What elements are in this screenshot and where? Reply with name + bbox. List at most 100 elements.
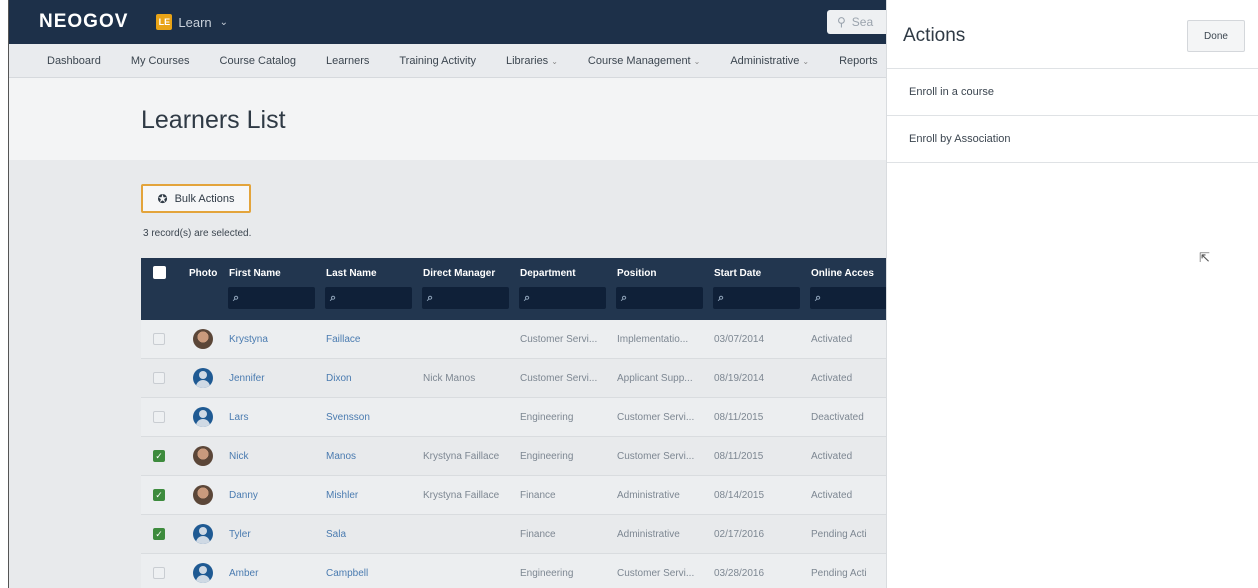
logo: NEOGOV	[39, 11, 129, 32]
first-cell[interactable]: Amber	[223, 568, 320, 579]
last-cell[interactable]: Svensson	[320, 412, 417, 423]
column-filter-input[interactable]: ⌕	[325, 287, 412, 309]
first-cell[interactable]: Krystyna	[223, 334, 320, 345]
nav-item-label: Training Activity	[399, 54, 476, 67]
row-checkbox[interactable]	[153, 333, 165, 345]
nav-item-dashboard[interactable]: Dashboard	[47, 55, 101, 67]
learners-table: Photo First Name ⌕ Last Name ⌕ Direct Manager…	[141, 258, 901, 588]
start-cell: 08/11/2015	[714, 411, 764, 423]
position-cell: Customer Servi...	[617, 411, 695, 423]
nav-item-administrative[interactable]: Administrative ⌄	[730, 55, 809, 67]
department-cell: Finance	[520, 489, 556, 501]
column-label[interactable]: Direct Manager	[423, 268, 495, 279]
nav-item-training-activity[interactable]: Training Activity	[399, 55, 476, 67]
last-cell[interactable]: Manos	[320, 451, 417, 462]
chevron-down-icon: ⌄	[219, 16, 229, 28]
last-cell[interactable]: Sala	[320, 529, 417, 540]
column-filter-input[interactable]: ⌕	[228, 287, 315, 309]
photo-cell	[183, 446, 223, 466]
last-cell[interactable]: Faillace	[320, 334, 417, 345]
column-header: Last Name ⌕	[320, 258, 417, 320]
first-cell[interactable]: Nick	[223, 451, 320, 462]
app-switcher[interactable]: LE Learn ⌄	[156, 14, 228, 30]
first-cell[interactable]: Tyler	[223, 529, 320, 540]
app-badge: LE	[156, 14, 173, 30]
column-label[interactable]: Last Name	[326, 268, 377, 279]
table-row[interactable]: ✓ Nick Manos Krystyna Faillace Engineering Cu…	[141, 437, 901, 476]
row-checkbox[interactable]	[153, 411, 165, 423]
page-title: Learners List	[141, 106, 286, 134]
table-header: Photo First Name ⌕ Last Name ⌕ Direct Manager…	[141, 258, 901, 320]
column-label[interactable]: Department	[520, 268, 576, 279]
table-row[interactable]: Lars Svensson Engineering Customer Servi...…	[141, 398, 901, 437]
avatar-placeholder-icon	[193, 368, 213, 388]
column-label[interactable]: Start Date	[714, 268, 761, 279]
search-placeholder: Sea	[851, 15, 874, 29]
row-select-cell: ✓	[141, 528, 183, 540]
last-cell[interactable]: Campbell	[320, 568, 417, 579]
select-all-checkbox[interactable]	[153, 266, 166, 279]
nav-item-my-courses[interactable]: My Courses	[131, 55, 190, 67]
start-cell: 08/11/2015	[714, 450, 764, 462]
action-enroll-association[interactable]: Enroll by Association	[887, 116, 1258, 163]
actions-panel: Actions Done Enroll in a course Enroll b…	[886, 0, 1258, 588]
photo-cell	[183, 485, 223, 505]
nav-item-label: Dashboard	[47, 54, 101, 67]
table-row[interactable]: Krystyna Faillace Customer Servi... Impleme…	[141, 320, 901, 359]
column-header: Position ⌕	[611, 258, 708, 320]
nav-item-learners[interactable]: Learners	[326, 55, 369, 67]
start-cell: 03/07/2014	[714, 333, 765, 345]
table-row[interactable]: Amber Campbell Engineering Customer Servi..…	[141, 554, 901, 588]
start-cell: 03/28/2016	[714, 567, 765, 579]
last-cell[interactable]: Dixon	[320, 373, 417, 384]
column-filter-input[interactable]: ⌕	[519, 287, 606, 309]
column-header: Photo	[183, 258, 223, 320]
column-label[interactable]: Position	[617, 268, 656, 279]
row-checkbox[interactable]: ✓	[153, 450, 165, 462]
first-cell[interactable]: Lars	[223, 412, 320, 423]
nav-item-libraries[interactable]: Libraries ⌄	[506, 55, 558, 67]
last-cell[interactable]: Mishler	[320, 490, 417, 501]
photo-cell	[183, 329, 223, 349]
position-cell: Applicant Supp...	[617, 372, 693, 384]
column-label[interactable]: First Name	[229, 268, 281, 279]
column-filter-input[interactable]: ⌕	[616, 287, 703, 309]
first-cell[interactable]: Danny	[223, 490, 320, 501]
nav-item-reports[interactable]: Reports	[839, 55, 878, 67]
column-label[interactable]: Online Acces	[811, 268, 874, 279]
column-filter-input[interactable]: ⌕	[713, 287, 800, 309]
row-checkbox[interactable]	[153, 567, 165, 579]
start-cell: 08/19/2014	[714, 372, 765, 384]
table-row[interactable]: ✓ Danny Mishler Krystyna Faillace Finance Adm…	[141, 476, 901, 515]
first-cell[interactable]: Jennifer	[223, 373, 320, 384]
nav-item-course-management[interactable]: Course Management ⌄	[588, 55, 700, 67]
running-person-icon: ✪	[157, 191, 168, 206]
column-filter-input[interactable]: ⌕	[810, 287, 896, 309]
row-checkbox[interactable]: ✓	[153, 528, 165, 540]
column-filter-input[interactable]: ⌕	[422, 287, 509, 309]
table-row[interactable]: ✓ Tyler Sala Finance Administrative 02/17/201…	[141, 515, 901, 554]
nav-item-label: Administrative	[730, 54, 800, 67]
avatar	[193, 485, 213, 505]
column-header: Direct Manager ⌕	[417, 258, 514, 320]
header-select-all	[141, 258, 183, 320]
table-row[interactable]: Jennifer Dixon Nick Manos Customer Servi...…	[141, 359, 901, 398]
row-select-cell	[141, 567, 183, 579]
nav-item-label: Learners	[325, 54, 370, 67]
chevron-down-icon: ⌄	[802, 56, 810, 66]
row-checkbox[interactable]	[153, 372, 165, 384]
position-cell: Implementatio...	[617, 333, 689, 345]
table-body: Krystyna Faillace Customer Servi... Impleme…	[141, 320, 901, 588]
row-select-cell: ✓	[141, 450, 183, 462]
department-cell: Customer Servi...	[520, 333, 598, 345]
nav-item-course-catalog[interactable]: Course Catalog	[220, 55, 296, 67]
department-cell: Engineering	[520, 567, 574, 579]
bulk-actions-button[interactable]: ✪ Bulk Actions	[141, 184, 251, 213]
row-checkbox[interactable]: ✓	[153, 489, 165, 501]
photo-cell	[183, 368, 223, 388]
position-cell: Administrative	[617, 528, 680, 540]
column-label[interactable]: Photo	[189, 268, 217, 279]
row-select-cell: ✓	[141, 489, 183, 501]
done-button[interactable]: Done	[1187, 20, 1245, 52]
action-enroll-course[interactable]: Enroll in a course	[887, 69, 1258, 116]
